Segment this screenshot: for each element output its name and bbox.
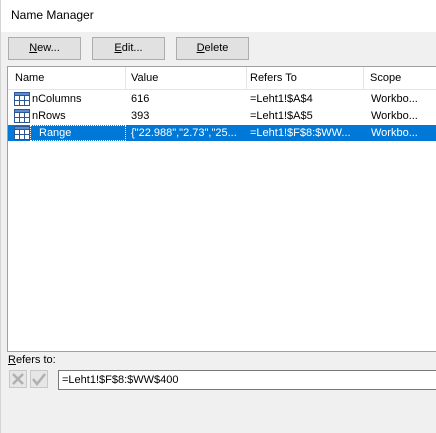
list-header: Name Value Refers To Scope	[8, 67, 436, 90]
edit-button-accel: E	[114, 42, 122, 54]
row-refers-to: =Leht1!$F$8:$WW...	[250, 127, 351, 139]
row-refers-to: =Leht1!$A$4	[250, 93, 313, 105]
row-value: 616	[131, 93, 150, 105]
list-item[interactable]: nRows 393 =Leht1!$A$5 Workbo...	[8, 108, 436, 124]
row-value: 393	[131, 110, 150, 122]
new-button-accel: N	[29, 42, 38, 54]
row-refers-to: =Leht1!$A$5	[250, 110, 313, 122]
column-header-refers-to[interactable]: Refers To	[247, 67, 364, 90]
row-scope: Workbo...	[371, 110, 418, 122]
delete-button-accel: D	[196, 42, 205, 54]
confirm-edit-button[interactable]	[30, 370, 48, 388]
new-button-label: ew...	[37, 42, 60, 54]
name-range-icon	[14, 126, 30, 140]
names-list[interactable]: Name Value Refers To Scope nColumns 616 …	[7, 66, 436, 352]
cancel-x-icon	[12, 373, 24, 385]
delete-button-label: elete	[204, 42, 229, 54]
row-scope: Workbo...	[371, 93, 418, 105]
new-button[interactable]: New...	[8, 37, 81, 60]
name-range-icon	[14, 109, 30, 123]
title-bar: Name Manager	[1, 0, 436, 32]
column-header-scope[interactable]: Scope	[364, 67, 436, 90]
row-name: nRows	[32, 110, 66, 122]
check-icon	[32, 373, 46, 387]
delete-button[interactable]: Delete	[176, 37, 249, 60]
list-item-selected[interactable]: Range {"22.988","2.73","25... =Leht1!$F$…	[8, 125, 436, 141]
list-item[interactable]: nColumns 616 =Leht1!$A$4 Workbo...	[8, 91, 436, 107]
cancel-edit-button[interactable]	[9, 370, 27, 388]
refers-to-label-accel: R	[8, 354, 16, 366]
dialog-title: Name Manager	[11, 8, 94, 22]
edit-button[interactable]: Edit...	[92, 37, 165, 60]
column-header-value[interactable]: Value	[126, 67, 247, 90]
edit-button-label: dit...	[121, 42, 143, 54]
name-manager-dialog: Name Manager New... Edit... Delete Name …	[0, 0, 436, 433]
name-range-icon	[14, 92, 30, 106]
refers-to-label-text: efers to:	[15, 354, 56, 366]
row-value: {"22.988","2.73","25...	[131, 127, 237, 139]
row-name: nColumns	[32, 93, 82, 105]
row-scope: Workbo...	[371, 127, 418, 139]
row-name: Range	[39, 127, 72, 139]
column-header-name[interactable]: Name	[8, 67, 126, 90]
refers-to-label: Refers to:	[8, 354, 56, 366]
refers-to-input[interactable]	[58, 370, 436, 390]
